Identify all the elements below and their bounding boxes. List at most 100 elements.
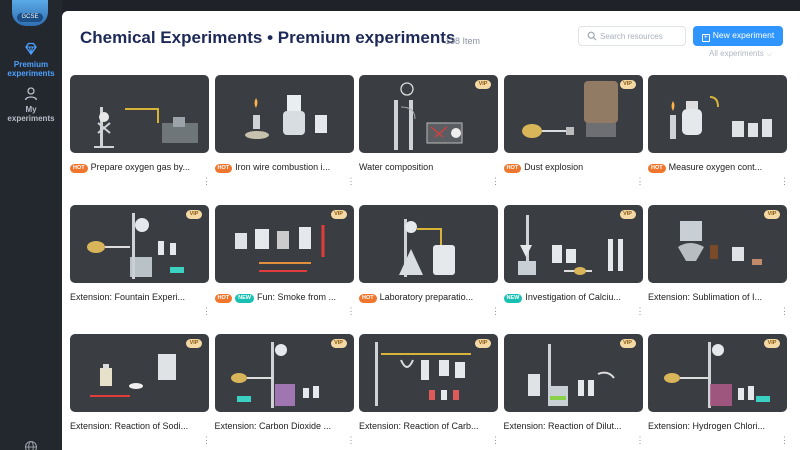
experiment-title-text: Iron wire combustion i...	[235, 162, 331, 172]
experiment-title[interactable]: Extension: Sublimation of I...	[648, 291, 787, 303]
experiment-title-text: Extension: Sublimation of I...	[648, 291, 763, 302]
experiment-title-text: Extension: Reaction of Dilut...	[503, 421, 622, 431]
experiment-thumbnail[interactable]	[359, 204, 498, 283]
experiment-thumbnail[interactable]: VIP	[503, 75, 643, 153]
experiment-title-text: Investigation of Calciu...	[525, 291, 621, 302]
vip-badge: VIP	[619, 209, 636, 219]
experiment-thumbnail[interactable]: VIP	[359, 334, 498, 412]
more-options-icon[interactable]: ⋮	[636, 306, 645, 316]
more-options-icon[interactable]: ⋮	[491, 436, 500, 445]
experiment-card[interactable]: VIP HOT NEW Fun: Smoke from ... ⋮	[214, 204, 356, 325]
hot-badge: HOT	[70, 164, 88, 173]
experiment-title[interactable]: Extension: Carbon Dioxide ...	[215, 420, 354, 432]
search-input[interactable]	[600, 29, 682, 43]
more-options-icon[interactable]: ⋮	[347, 177, 356, 186]
more-options-icon[interactable]: ⋮	[491, 306, 500, 316]
experiment-card[interactable]: VIP Extension: Reaction of Dilut... ⋮	[503, 334, 645, 450]
experiment-thumbnail[interactable]	[214, 75, 354, 153]
experiment-thumbnail[interactable]: VIP	[648, 334, 787, 412]
experiment-thumbnail[interactable]: VIP	[648, 204, 787, 283]
search-icon	[587, 31, 597, 41]
search-box[interactable]	[578, 26, 686, 46]
experiment-thumbnail[interactable]	[648, 75, 787, 153]
experiment-card[interactable]: VIP Water composition ⋮	[359, 75, 500, 195]
experiment-card[interactable]: HOT Iron wire combustion i... ⋮	[214, 75, 356, 195]
experiment-thumbnail[interactable]: VIP	[70, 334, 209, 412]
chevron-down-icon: ⌵	[766, 51, 772, 58]
experiment-card[interactable]: VIP HOT Dust explosion ⋮	[503, 75, 645, 195]
experiment-title[interactable]: Extension: Reaction of Carb...	[359, 420, 498, 432]
globe-icon[interactable]	[24, 440, 38, 450]
experiment-card[interactable]: HOT Prepare oxygen gas by... ⋮	[70, 75, 211, 195]
experiment-card[interactable]: HOT Laboratory preparatio... ⋮	[359, 204, 500, 325]
experiment-title-text: Laboratory preparatio...	[379, 291, 474, 302]
experiment-title[interactable]: HOT Laboratory preparatio...	[359, 291, 498, 303]
hot-badge: HOT	[359, 293, 377, 303]
experiment-thumbnail[interactable]: VIP	[503, 204, 643, 283]
more-options-icon[interactable]: ⋮	[780, 306, 789, 316]
experiment-thumbnail[interactable]	[70, 75, 209, 153]
more-options-icon[interactable]: ⋮	[636, 177, 645, 186]
experiment-card[interactable]: VIP Extension: Carbon Dioxide ... ⋮	[214, 334, 356, 450]
new-experiment-button[interactable]: + New experiment	[693, 26, 783, 46]
experiment-title-text: Dust explosion	[524, 162, 584, 172]
experiment-thumbnail[interactable]: VIP	[503, 334, 643, 412]
experiment-title-text: Extension: Reaction of Sodi...	[70, 421, 189, 431]
experiment-card[interactable]: HOT Measure oxygen cont... ⋮	[648, 75, 789, 195]
experiment-card[interactable]: VIP Extension: Reaction of Carb... ⋮	[359, 334, 500, 450]
experiment-thumbnail[interactable]: VIP	[359, 75, 498, 153]
user-icon	[24, 87, 38, 101]
sidebar-item-label: experiments	[7, 69, 55, 78]
sidebar-item-my-experiments[interactable]: My experiments	[0, 86, 62, 123]
experiment-thumbnail[interactable]: VIP	[214, 204, 354, 283]
item-count: 138 Item	[445, 36, 481, 46]
sidebar-item-premium-experiments[interactable]: Premium experiments	[0, 41, 62, 78]
experiment-card[interactable]: VIP NEW Investigation of Calciu... ⋮	[503, 204, 645, 325]
more-options-icon[interactable]: ⋮	[347, 306, 356, 316]
experiment-card[interactable]: VIP Extension: Fountain Experi... ⋮	[70, 204, 211, 325]
new-experiment-label: New experiment	[712, 30, 775, 40]
diamond-icon	[25, 42, 37, 56]
experiment-title-text: Extension: Fountain Experi...	[70, 291, 186, 302]
experiment-title[interactable]: HOT NEW Fun: Smoke from ...	[214, 291, 354, 303]
experiment-title-text: Extension: Carbon Dioxide ...	[214, 421, 332, 431]
experiment-title[interactable]: Water composition	[359, 161, 498, 173]
experiment-card[interactable]: VIP Extension: Sublimation of I... ⋮	[648, 204, 789, 325]
new-badge: NEW	[503, 293, 523, 303]
experiment-title-text: Water composition	[359, 162, 434, 172]
experiment-card[interactable]: VIP Extension: Hydrogen Chlori... ⋮	[648, 334, 789, 450]
hot-badge: HOT	[214, 164, 233, 173]
more-options-icon[interactable]: ⋮	[202, 436, 211, 445]
vip-badge: VIP	[475, 80, 491, 89]
experiment-card[interactable]: VIP Extension: Reaction of Sodi... ⋮	[70, 334, 211, 450]
experiment-thumbnail[interactable]: VIP	[214, 334, 354, 412]
experiment-title[interactable]: Extension: Hydrogen Chlori...	[648, 420, 787, 432]
more-options-icon[interactable]: ⋮	[780, 436, 789, 445]
sidebar-item-label: My	[25, 105, 37, 114]
experiment-thumbnail[interactable]: VIP	[70, 204, 209, 283]
sidebar-item-label: experiments	[7, 114, 55, 123]
vip-badge: VIP	[330, 209, 347, 219]
hot-badge: HOT	[648, 164, 666, 173]
experiment-title[interactable]: HOT Iron wire combustion i...	[214, 161, 354, 173]
vip-badge: VIP	[764, 209, 780, 219]
experiment-title[interactable]: Extension: Fountain Experi...	[70, 291, 209, 303]
more-options-icon[interactable]: ⋮	[491, 177, 500, 186]
more-options-icon[interactable]: ⋮	[636, 436, 645, 445]
experiment-title[interactable]: Extension: Reaction of Dilut...	[504, 420, 643, 432]
experiment-title-text: Prepare oxygen gas by...	[90, 162, 191, 172]
vip-badge: VIP	[619, 339, 636, 348]
experiment-title[interactable]: NEW Investigation of Calciu...	[503, 291, 643, 303]
more-options-icon[interactable]: ⋮	[347, 436, 356, 445]
sidebar-item-label: Premium	[13, 60, 49, 69]
more-options-icon[interactable]: ⋮	[780, 177, 789, 186]
vip-badge: VIP	[186, 339, 202, 348]
experiment-title[interactable]: HOT Prepare oxygen gas by...	[70, 161, 209, 173]
experiment-title[interactable]: HOT Measure oxygen cont...	[648, 161, 787, 173]
more-options-icon[interactable]: ⋮	[202, 177, 211, 186]
experiments-filter-dropdown[interactable]: All experiments ⌵	[709, 49, 772, 59]
experiment-title[interactable]: HOT Dust explosion	[503, 161, 643, 173]
more-options-icon[interactable]: ⋮	[202, 306, 211, 316]
experiment-title-text: Extension: Reaction of Carb...	[359, 421, 479, 431]
experiment-title[interactable]: Extension: Reaction of Sodi...	[70, 420, 209, 432]
